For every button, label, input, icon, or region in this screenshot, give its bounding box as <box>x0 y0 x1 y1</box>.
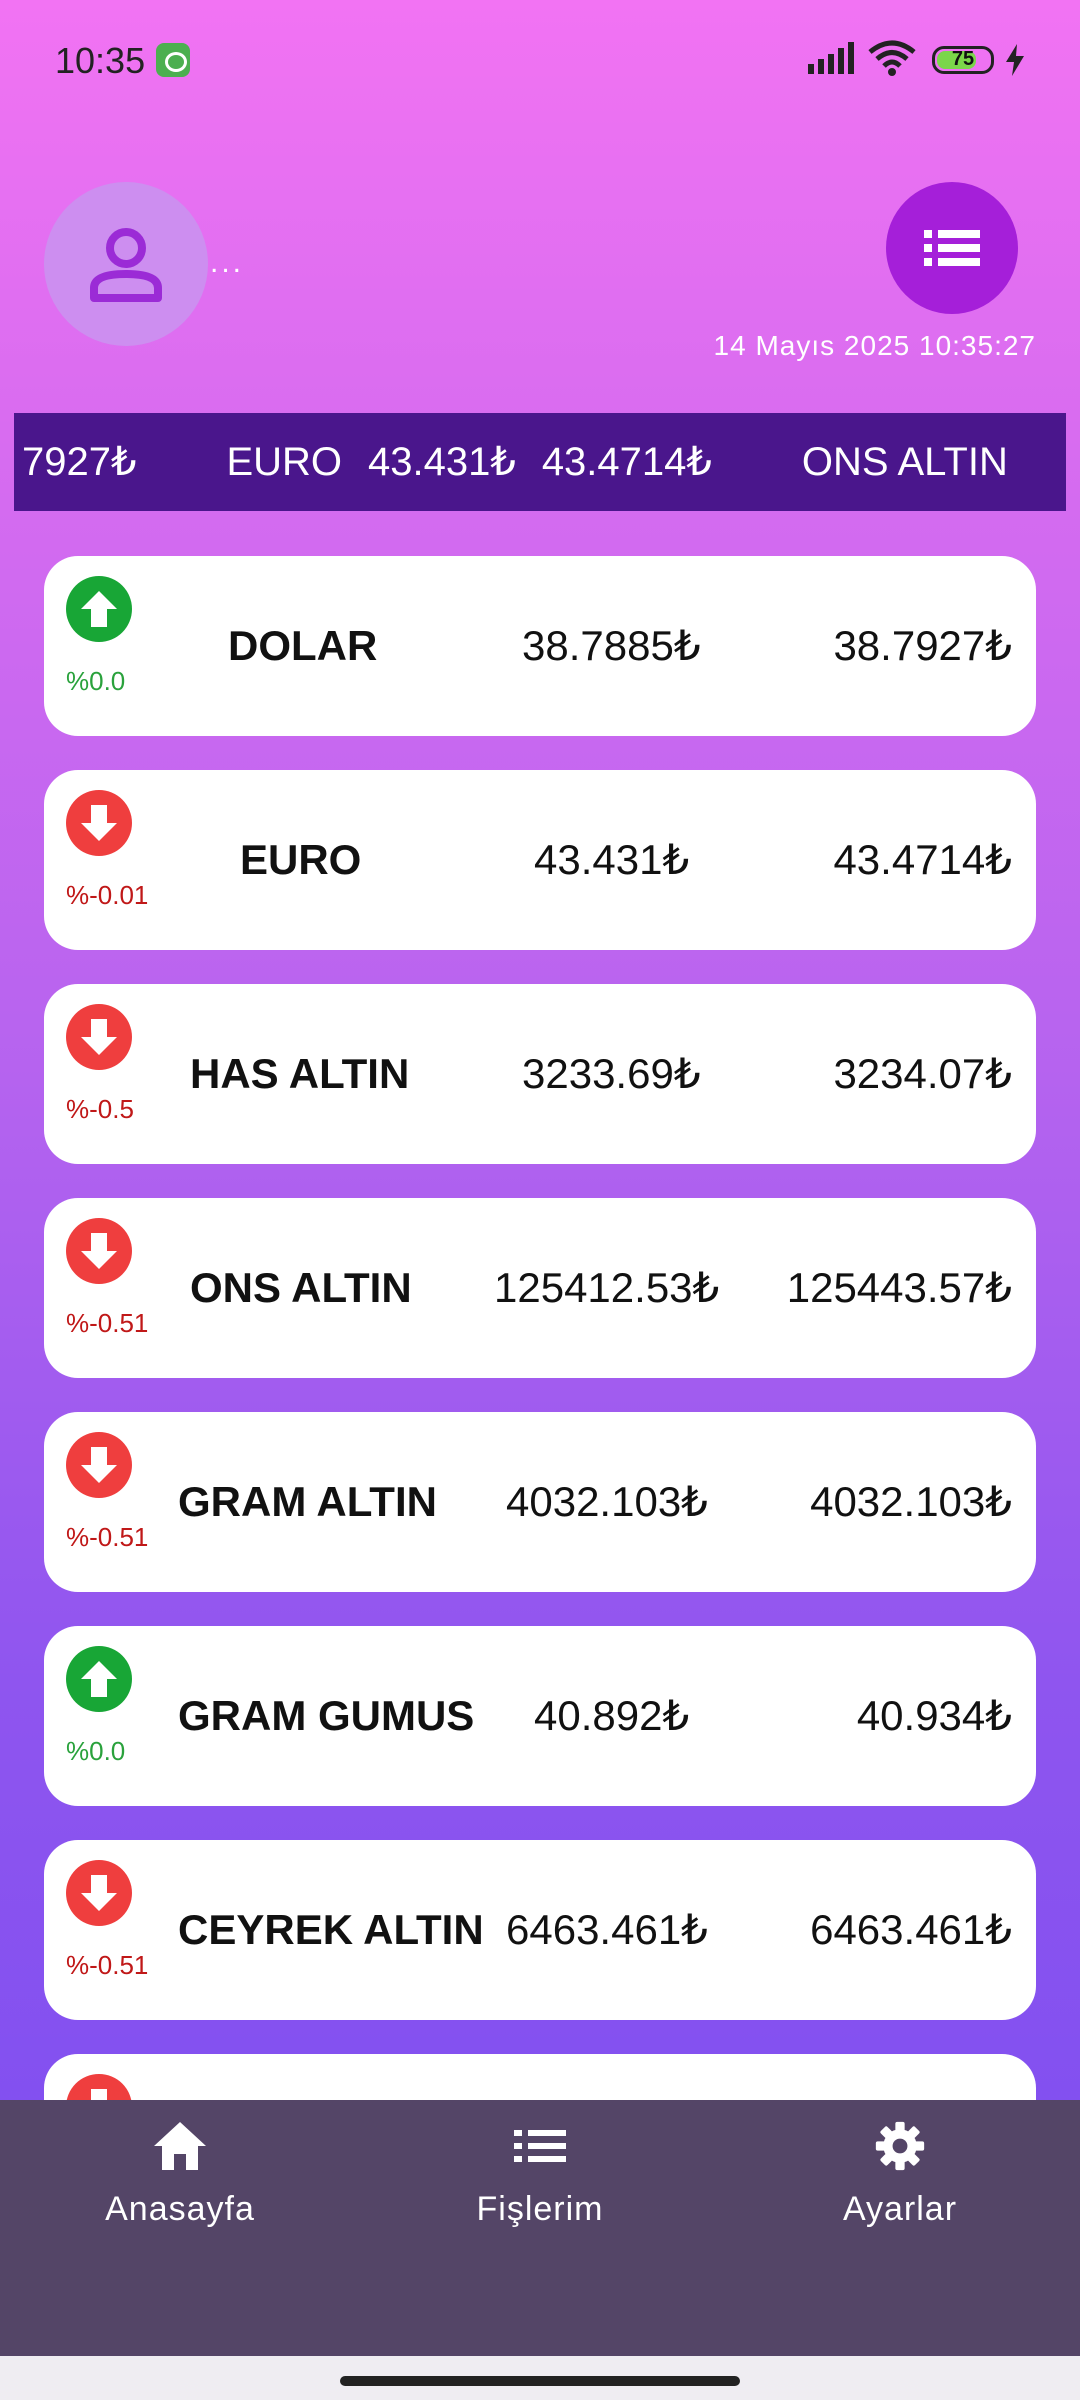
sell-price: 43.4714₺ <box>833 836 1012 883</box>
ticker-item: 43.431₺ <box>368 440 516 484</box>
gear-icon <box>875 2121 925 2171</box>
change-percent: %-0.5 <box>66 1094 134 1124</box>
last-update-datetime: 14 Mayıs 2025 10:35:27 <box>713 330 1036 361</box>
sell-price: 40.934₺ <box>856 1692 1012 1739</box>
rate-card[interactable]: %0.0 GRAM GUMUS 40.892₺ 40.934₺ <box>44 1626 1036 1806</box>
change-percent: %0.0 <box>66 666 126 696</box>
trend-up-icon <box>66 1646 132 1712</box>
buy-price: 40.892₺ <box>534 1692 690 1739</box>
change-percent: %-0.51 <box>66 1950 149 1980</box>
ticker-item: EURO <box>226 439 343 484</box>
rate-card[interactable]: %-0.51 GRAM ALTIN 4032.103₺ 4032.103₺ <box>44 1412 1036 1592</box>
currency-name: HAS ALTIN <box>190 1050 410 1097</box>
buy-price: 125412.53₺ <box>494 1264 720 1311</box>
change-percent: %-0.51 <box>66 1522 149 1552</box>
status-time: 10:35 <box>55 40 146 81</box>
bottom-navigation: Anasayfa Fişlerim Ayarlar <box>0 2100 1080 2356</box>
change-percent: %-0.01 <box>66 880 149 910</box>
currency-name: CEYREK ALTIN <box>178 1906 484 1953</box>
arrow-up-icon <box>81 1661 117 1697</box>
sell-price: 3234.07₺ <box>833 1050 1012 1097</box>
gesture-bar[interactable] <box>340 2376 740 2386</box>
list-icon <box>924 230 980 266</box>
charging-icon <box>1006 44 1024 76</box>
nav-item-home[interactable]: Anasayfa <box>50 2120 310 2260</box>
menu-button[interactable] <box>886 182 1018 314</box>
trend-down-icon <box>66 2074 132 2100</box>
arrow-down-icon <box>81 805 117 841</box>
wifi-icon <box>868 40 916 76</box>
sell-price: 38.7927₺ <box>833 622 1012 669</box>
arrow-up-icon <box>81 591 117 627</box>
person-icon <box>90 228 162 302</box>
currency-name: GRAM GUMUS <box>178 1692 475 1739</box>
ticker-item: 43.4714₺ <box>541 440 712 484</box>
nav-item-settings[interactable]: Ayarlar <box>770 2120 1030 2260</box>
nav-label-receipts: Fişlerim <box>476 2190 604 2228</box>
app-notification-icon <box>156 43 190 77</box>
nav-item-receipts[interactable]: Fişlerim <box>410 2120 670 2260</box>
ticker-item: 7927₺ <box>22 440 137 484</box>
avatar[interactable] <box>44 182 208 346</box>
battery-level: 75 <box>951 48 975 70</box>
arrow-down-icon <box>81 1019 117 1055</box>
buy-price: 4032.103₺ <box>506 1478 708 1525</box>
currency-name: ONS ALTIN <box>190 1264 412 1311</box>
trend-down-icon <box>66 1860 132 1926</box>
change-percent: %0.0 <box>66 1736 126 1766</box>
arrow-down-icon <box>81 1233 117 1269</box>
username-placeholder: ... <box>210 246 245 279</box>
price-ticker: 7927₺ EURO 43.431₺ 43.4714₺ ONS ALTIN <box>14 413 1066 511</box>
rate-card[interactable]: %-0.51 ONS ALTIN 125412.53₺ 125443.57₺ <box>44 1198 1036 1378</box>
arrow-down-icon <box>91 2089 107 2100</box>
buy-price: 6463.461₺ <box>506 1906 708 1953</box>
trend-down-icon <box>66 1004 132 1070</box>
signal-icon <box>808 42 854 74</box>
sell-price: 4032.103₺ <box>810 1478 1012 1525</box>
buy-price: 38.7885₺ <box>522 622 701 669</box>
sell-price: 6463.461₺ <box>810 1906 1012 1953</box>
rate-list[interactable]: %0.0 DOLAR 38.7885₺ 38.7927₺ %-0.01 EURO 43.43… <box>44 556 1036 2100</box>
nav-label-settings: Ayarlar <box>842 2190 958 2228</box>
rate-card[interactable]: %-0.51 CEYREK ALTIN 6463.461₺ 6463.461₺ <box>44 1840 1036 2020</box>
nav-label-home: Anasayfa <box>105 2190 255 2228</box>
arrow-down-icon <box>81 1447 117 1483</box>
currency-name: DOLAR <box>228 622 378 669</box>
rate-card[interactable] <box>44 2054 1036 2100</box>
trend-down-icon <box>66 1218 132 1284</box>
ticker-item: ONS ALTIN <box>801 439 1008 484</box>
sell-price: 125443.57₺ <box>786 1264 1012 1311</box>
rate-card[interactable]: %-0.01 EURO 43.431₺ 43.4714₺ <box>44 770 1036 950</box>
currency-name: EURO <box>240 836 362 883</box>
trend-up-icon <box>66 576 132 642</box>
change-percent: %-0.51 <box>66 1308 149 1338</box>
rate-card[interactable]: %-0.5 HAS ALTIN 3233.69₺ 3234.07₺ <box>44 984 1036 1164</box>
battery-icon: 75 <box>932 46 994 74</box>
trend-down-icon <box>66 1432 132 1498</box>
trend-down-icon <box>66 790 132 856</box>
buy-price: 3233.69₺ <box>522 1050 701 1097</box>
status-bar: 10:35 75 <box>0 0 1080 120</box>
gesture-area <box>0 2356 1080 2400</box>
list-icon <box>514 2130 566 2162</box>
rate-card[interactable]: %0.0 DOLAR 38.7885₺ 38.7927₺ <box>44 556 1036 736</box>
buy-price: 43.431₺ <box>534 836 690 883</box>
home-icon <box>154 2122 206 2170</box>
currency-name: GRAM ALTIN <box>178 1478 437 1525</box>
arrow-down-icon <box>81 1875 117 1911</box>
